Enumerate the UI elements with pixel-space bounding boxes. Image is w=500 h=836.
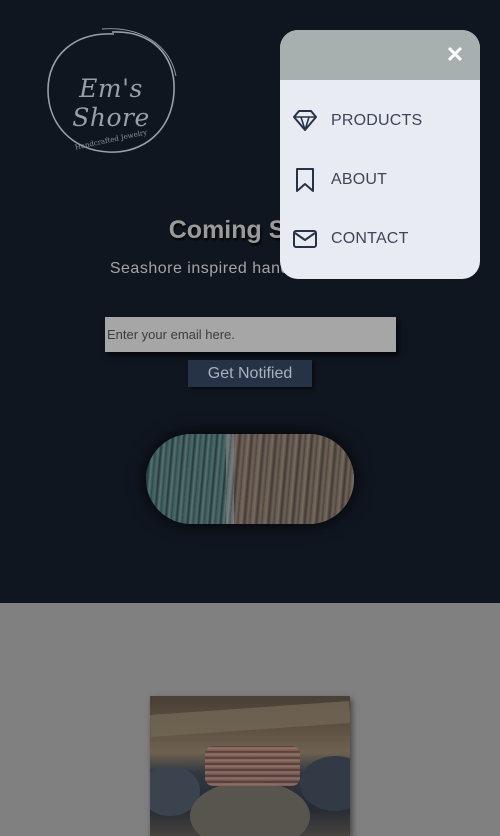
email-input[interactable]	[105, 317, 396, 352]
logo-text: Em's Shore	[72, 74, 150, 132]
nav-menu: ✕ PRODUCTS ABOUT CONTACT	[280, 30, 480, 279]
menu-header: ✕	[280, 30, 480, 80]
menu-item-contact[interactable]: CONTACT	[280, 216, 480, 260]
envelope-icon	[293, 230, 317, 248]
brand-logo[interactable]: Em's Shore Handcrafted Jewelry	[42, 26, 180, 158]
bracelet-image	[146, 434, 354, 524]
close-icon[interactable]: ✕	[444, 44, 466, 66]
menu-item-about[interactable]: ABOUT	[280, 157, 480, 201]
products-section	[0, 603, 500, 836]
menu-item-products[interactable]: PRODUCTS	[280, 98, 480, 142]
menu-item-label: CONTACT	[331, 230, 409, 247]
get-notified-button[interactable]: Get Notified	[188, 360, 312, 387]
bookmark-icon	[296, 168, 314, 192]
product-photo	[150, 696, 350, 836]
menu-item-label: PRODUCTS	[331, 112, 423, 129]
diamond-icon	[293, 110, 317, 131]
menu-item-label: ABOUT	[331, 171, 388, 188]
